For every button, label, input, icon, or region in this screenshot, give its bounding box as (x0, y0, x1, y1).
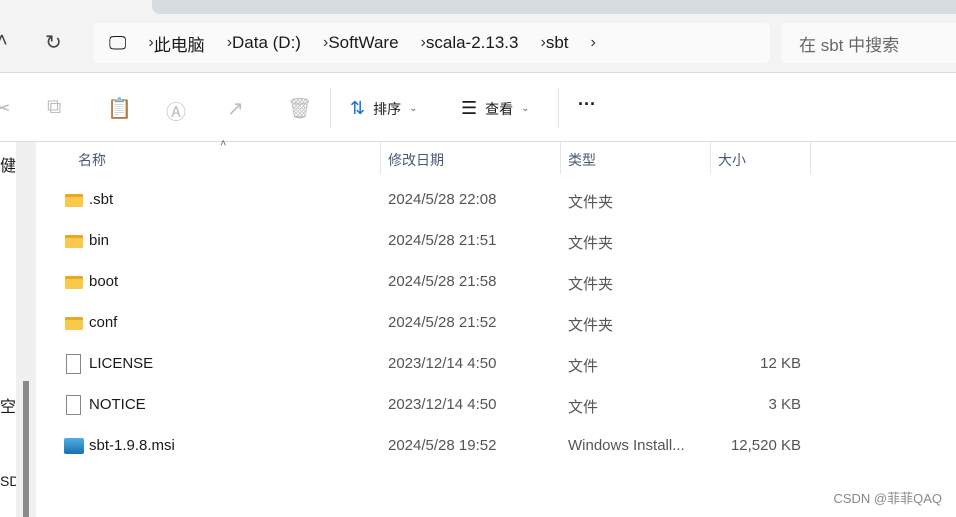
file-modified: 2024/5/28 22:08 (388, 191, 497, 208)
breadcrumb-scala[interactable]: scala-2.13.3 (426, 33, 519, 53)
file-size: 3 KB (768, 396, 801, 413)
file-modified: 2024/5/28 21:51 (388, 232, 497, 249)
sidebar-item[interactable]: 健 (0, 152, 16, 176)
refresh-icon[interactable]: ↻ (45, 30, 62, 55)
navigation-pane: 健 空 SD (0, 142, 19, 517)
file-size: 12 KB (760, 355, 801, 372)
sort-button[interactable]: ⇅ 排序 ⌄ (350, 98, 417, 119)
divider[interactable] (710, 142, 711, 174)
file-type: 文件夹 (568, 235, 614, 252)
file-name: .sbt (89, 191, 114, 208)
file-name: boot (89, 273, 119, 290)
file-name: conf (89, 314, 118, 331)
view-button[interactable]: ☰ 查看 ⌄ (461, 98, 530, 119)
file-modified: 2024/5/28 21:58 (388, 273, 497, 290)
sidebar-item[interactable]: 空 (0, 393, 16, 417)
file-type: 文件 (568, 358, 599, 375)
up-icon[interactable]: ˄ (0, 30, 8, 53)
scrollbar-thumb[interactable] (23, 381, 29, 517)
file-name: NOTICE (89, 396, 146, 413)
chevron-right-icon[interactable]: › (591, 34, 596, 52)
paste-icon[interactable]: 📋 (107, 96, 132, 121)
share-icon[interactable]: ↗ (227, 96, 244, 121)
search-input[interactable]: 在 sbt 中搜索 (781, 23, 956, 63)
file-icon (66, 354, 81, 374)
installer-icon (64, 438, 84, 454)
folder-icon (65, 235, 83, 248)
chevron-down-icon: ⌄ (409, 103, 418, 114)
folder-icon (65, 317, 83, 330)
file-row[interactable]: LICENSE 2023/12/14 4:50 文件 12 KB (38, 344, 956, 385)
sort-icon: ⇅ (350, 98, 366, 118)
file-row[interactable]: boot 2024/5/28 21:58 文件夹 (38, 262, 956, 303)
file-modified: 2023/12/14 4:50 (388, 355, 497, 372)
cut-icon[interactable]: ✂ (0, 96, 11, 121)
view-label: 查看 (485, 100, 514, 117)
column-type[interactable]: 类型 (568, 150, 596, 170)
divider (558, 88, 559, 128)
column-modified[interactable]: 修改日期 (388, 150, 444, 170)
file-size: 12,520 KB (730, 437, 801, 454)
file-type: 文件 (568, 399, 599, 416)
delete-icon[interactable]: 🗑 (287, 96, 312, 121)
breadcrumb-data-d[interactable]: Data (D:) (232, 33, 301, 53)
chevron-down-icon: ⌄ (521, 103, 530, 114)
copy-icon[interactable]: ⧉ (47, 96, 61, 119)
watermark: CSDN @菲菲QAQ (833, 491, 942, 506)
divider (330, 88, 331, 128)
file-row[interactable]: NOTICE 2023/12/14 4:50 文件 3 KB (38, 385, 956, 426)
breadcrumb-this-pc[interactable]: 此电脑 (154, 31, 205, 56)
file-type: 文件夹 (568, 194, 614, 211)
divider[interactable] (560, 142, 561, 174)
folder-icon (65, 194, 83, 207)
file-type: 文件夹 (568, 276, 614, 293)
file-name: LICENSE (89, 355, 154, 372)
file-name: bin (89, 232, 110, 249)
file-row[interactable]: bin 2024/5/28 21:51 文件夹 (38, 221, 956, 262)
file-type: Windows Install... (568, 437, 685, 454)
file-icon (66, 395, 81, 415)
rename-icon[interactable]: Ⓐ (166, 96, 186, 125)
folder-icon (65, 276, 83, 289)
file-modified: 2023/12/14 4:50 (388, 396, 497, 413)
tab-strip (152, 0, 956, 14)
file-row[interactable]: .sbt 2024/5/28 22:08 文件夹 (38, 180, 956, 221)
view-icon: ☰ (461, 98, 478, 118)
file-name: sbt-1.9.8.msi (89, 437, 175, 454)
divider[interactable] (380, 142, 381, 174)
breadcrumb-software[interactable]: SoftWare (328, 33, 398, 53)
divider[interactable] (810, 142, 811, 174)
command-bar: ✂ ⧉ 📋 Ⓐ ↗ 🗑 ⇅ 排序 ⌄ ☰ 查看 ⌄ ··· (0, 74, 956, 142)
file-row[interactable]: sbt-1.9.8.msi 2024/5/28 19:52 Windows In… (38, 426, 956, 467)
column-size[interactable]: 大小 (718, 150, 746, 170)
file-modified: 2024/5/28 19:52 (388, 437, 497, 454)
file-modified: 2024/5/28 21:52 (388, 314, 497, 331)
file-type: 文件夹 (568, 317, 614, 334)
sort-label: 排序 (373, 100, 402, 117)
computer-icon: 🖵 (109, 32, 127, 53)
breadcrumb-sbt[interactable]: sbt (546, 33, 569, 53)
address-bar[interactable]: 🖵 › 此电脑 › Data (D:) › SoftWare › scala-2… (93, 23, 770, 63)
title-bar: ˄ ↻ 🖵 › 此电脑 › Data (D:) › SoftWare › sca… (0, 0, 956, 73)
file-row[interactable]: conf 2024/5/28 21:52 文件夹 (38, 303, 956, 344)
more-button[interactable]: ··· (578, 94, 596, 115)
column-name[interactable]: 名称 (78, 150, 106, 170)
sort-ascending-icon: ˄ (220, 138, 227, 150)
column-headers: ˄ 名称 修改日期 类型 大小 (38, 138, 956, 176)
